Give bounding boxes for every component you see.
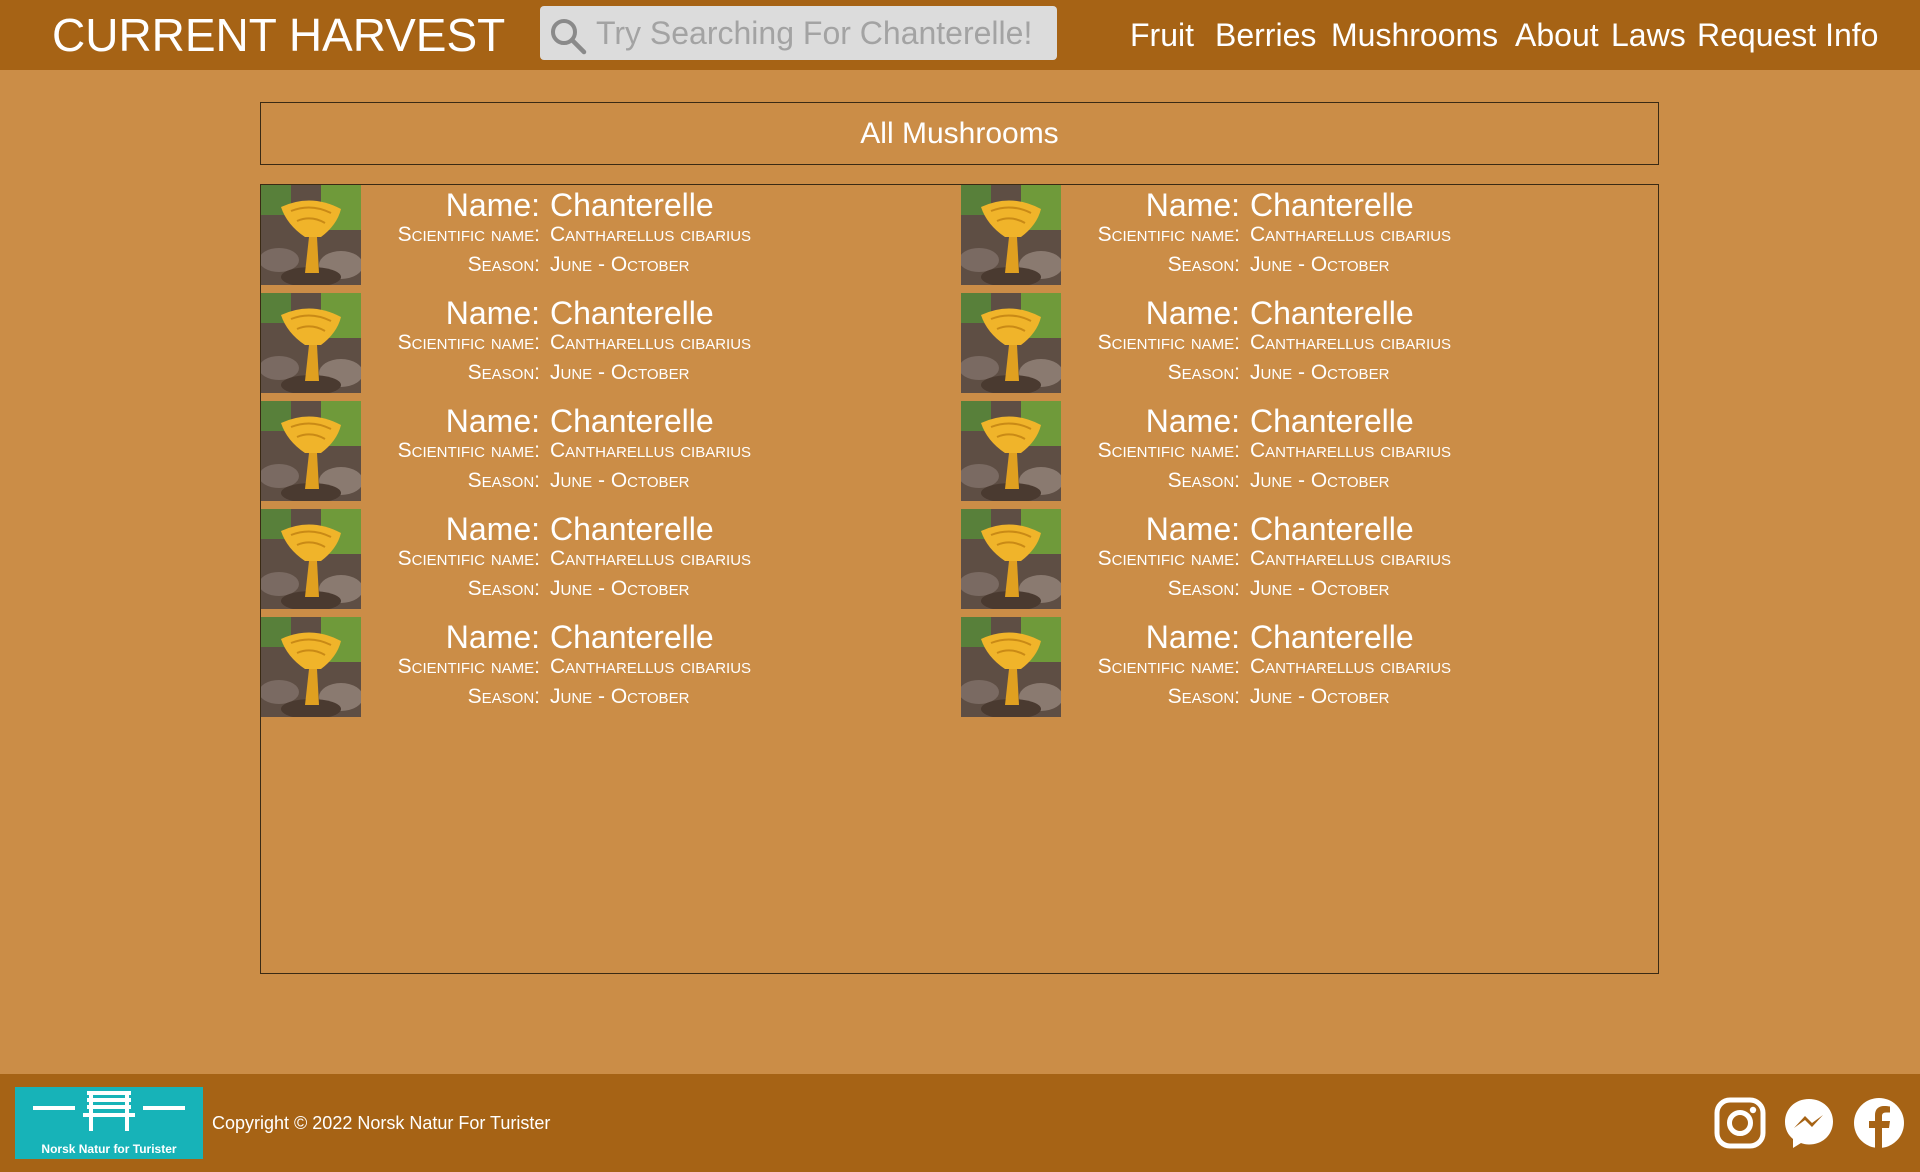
name-label: Name: [1145, 295, 1240, 331]
season-value: June - October [550, 685, 690, 708]
nav-laws[interactable]: Laws [1611, 15, 1686, 55]
season-label: Season: [467, 685, 540, 708]
scientific-name-value: Cantharellus cibarius [550, 331, 752, 354]
scientific-name-value: Cantharellus cibarius [550, 547, 752, 570]
name-value: Chanterelle [550, 187, 714, 223]
season-value: June - October [1250, 253, 1390, 276]
season-value: June - October [550, 253, 690, 276]
name-value: Chanterelle [1250, 619, 1414, 655]
mushroom-card[interactable]: Name: Chanterelle Scientific name: Canth… [261, 509, 941, 609]
mushroom-card[interactable]: Name: Chanterelle Scientific name: Canth… [261, 617, 941, 717]
scientific-name-value: Cantharellus cibarius [550, 439, 752, 462]
season-label: Season: [467, 577, 540, 600]
scientific-name-value: Cantharellus cibarius [1250, 547, 1452, 570]
season-label: Season: [467, 361, 540, 384]
mushroom-image [261, 401, 361, 501]
logo-text: Norsk Natur for Turister [41, 1142, 177, 1156]
nav-mushrooms[interactable]: Mushrooms [1331, 15, 1498, 55]
season-label: Season: [1167, 253, 1240, 276]
mushroom-image [261, 509, 361, 609]
name-value: Chanterelle [550, 403, 714, 439]
mushroom-card[interactable]: Name: Chanterelle Scientific name: Canth… [261, 185, 941, 285]
facebook-icon[interactable] [1852, 1096, 1906, 1150]
name-label: Name: [1145, 187, 1240, 223]
scientific-name-label: Scientific name: [397, 223, 540, 246]
mushroom-image [961, 401, 1061, 501]
name-label: Name: [1145, 403, 1240, 439]
mushroom-image [961, 509, 1061, 609]
season-value: June - October [550, 361, 690, 384]
nav-berries[interactable]: Berries [1215, 15, 1316, 55]
mushroom-card[interactable]: Name: Chanterelle Scientific name: Canth… [961, 293, 1641, 393]
name-label: Name: [1145, 511, 1240, 547]
scientific-name-label: Scientific name: [1097, 223, 1240, 246]
season-value: June - October [1250, 361, 1390, 384]
scientific-name-value: Cantharellus cibarius [1250, 439, 1452, 462]
footer: Norsk Natur for Turister Copyright © 202… [0, 1074, 1920, 1172]
season-value: June - October [550, 469, 690, 492]
scientific-name-label: Scientific name: [1097, 547, 1240, 570]
bench-icon [33, 1091, 185, 1131]
name-label: Name: [1145, 619, 1240, 655]
mushroom-card[interactable]: Name: Chanterelle Scientific name: Canth… [961, 617, 1641, 717]
season-label: Season: [1167, 685, 1240, 708]
mushroom-card[interactable]: Name: Chanterelle Scientific name: Canth… [961, 401, 1641, 501]
scientific-name-value: Cantharellus cibarius [550, 223, 752, 246]
name-value: Chanterelle [1250, 187, 1414, 223]
name-value: Chanterelle [550, 619, 714, 655]
season-label: Season: [1167, 361, 1240, 384]
season-value: June - October [1250, 685, 1390, 708]
mushroom-grid: Name: Chanterelle Scientific name: Canth… [260, 184, 1659, 974]
mushroom-image [961, 185, 1061, 285]
name-label: Name: [445, 511, 540, 547]
section-title: All Mushrooms [260, 102, 1659, 165]
main-nav: Fruit Berries Mushrooms About Laws Reque… [0, 15, 1920, 55]
name-value: Chanterelle [1250, 511, 1414, 547]
nav-about[interactable]: About [1515, 15, 1599, 55]
name-label: Name: [445, 619, 540, 655]
mushroom-card[interactable]: Name: Chanterelle Scientific name: Canth… [961, 509, 1641, 609]
nav-fruit[interactable]: Fruit [1130, 15, 1194, 55]
scientific-name-label: Scientific name: [1097, 439, 1240, 462]
messenger-icon[interactable] [1782, 1096, 1836, 1150]
name-value: Chanterelle [1250, 295, 1414, 331]
mushroom-image [261, 185, 361, 285]
name-value: Chanterelle [550, 295, 714, 331]
scientific-name-value: Cantharellus cibarius [1250, 331, 1452, 354]
name-label: Name: [445, 295, 540, 331]
instagram-icon[interactable] [1713, 1096, 1767, 1150]
scientific-name-label: Scientific name: [397, 331, 540, 354]
season-value: June - October [1250, 469, 1390, 492]
season-value: June - October [1250, 577, 1390, 600]
scientific-name-value: Cantharellus cibarius [1250, 655, 1452, 678]
mushroom-card[interactable]: Name: Chanterelle Scientific name: Canth… [261, 293, 941, 393]
mushroom-image [261, 293, 361, 393]
mushroom-image [961, 617, 1061, 717]
company-logo[interactable]: Norsk Natur for Turister [15, 1087, 203, 1159]
scientific-name-label: Scientific name: [397, 655, 540, 678]
nav-request-info[interactable]: Request Info [1697, 15, 1878, 55]
season-label: Season: [1167, 469, 1240, 492]
mushroom-image [261, 617, 361, 717]
copyright-text: Copyright © 2022 Norsk Natur For Turiste… [212, 1113, 551, 1133]
season-label: Season: [1167, 577, 1240, 600]
name-label: Name: [445, 187, 540, 223]
mushroom-card[interactable]: Name: Chanterelle Scientific name: Canth… [261, 401, 941, 501]
scientific-name-label: Scientific name: [397, 547, 540, 570]
mushroom-card[interactable]: Name: Chanterelle Scientific name: Canth… [961, 185, 1641, 285]
name-label: Name: [445, 403, 540, 439]
season-label: Season: [467, 469, 540, 492]
season-label: Season: [467, 253, 540, 276]
scientific-name-value: Cantharellus cibarius [550, 655, 752, 678]
scientific-name-value: Cantharellus cibarius [1250, 223, 1452, 246]
name-value: Chanterelle [1250, 403, 1414, 439]
scientific-name-label: Scientific name: [397, 439, 540, 462]
scientific-name-label: Scientific name: [1097, 331, 1240, 354]
season-value: June - October [550, 577, 690, 600]
name-value: Chanterelle [550, 511, 714, 547]
mushroom-image [961, 293, 1061, 393]
scientific-name-label: Scientific name: [1097, 655, 1240, 678]
top-header: CURRENT HARVEST Fruit Berries Mushrooms … [0, 0, 1920, 70]
